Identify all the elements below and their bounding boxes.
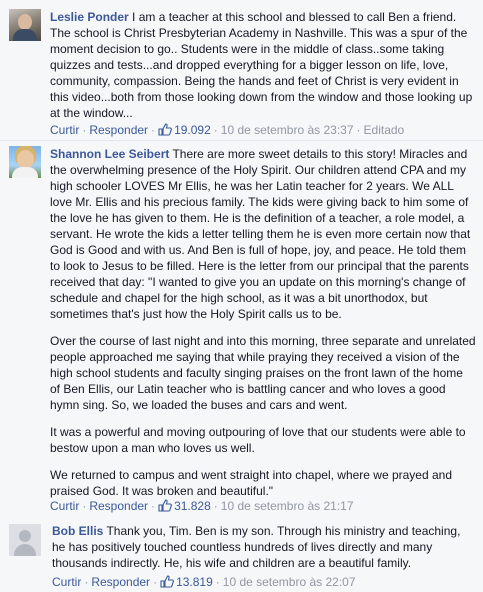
comment-body: Leslie Ponder I am a teacher at this sch… — [50, 9, 476, 121]
comment-body: Bob Ellis Thank you, Tim. Ben is my son.… — [52, 523, 476, 571]
like-count[interactable]: 31.828 — [158, 499, 211, 513]
timestamp[interactable]: 10 de setembro às 22:07 — [223, 575, 356, 589]
comment-actions: Curtir · Responder · 19.092 · 10 de setembro à… — [50, 123, 404, 138]
edited-label[interactable]: Editado — [364, 123, 405, 137]
separator: · — [153, 575, 158, 589]
separator: · — [213, 499, 218, 513]
comment-author[interactable]: Leslie Ponder — [50, 10, 129, 24]
comment-actions: Curtir · Responder · 31.828 · 10 de setembro à… — [50, 499, 354, 514]
like-count-value: 19.092 — [174, 123, 211, 137]
like-count[interactable]: 19.092 — [158, 123, 211, 137]
timestamp[interactable]: 10 de setembro às 23:37 — [221, 123, 354, 137]
separator: · — [82, 123, 87, 137]
separator: · — [356, 123, 361, 137]
like-link[interactable]: Curtir — [50, 499, 79, 513]
like-count-value: 31.828 — [174, 499, 211, 513]
avatar[interactable] — [9, 146, 41, 178]
comment-leslie-ponder: Leslie Ponder I am a teacher at this sch… — [0, 0, 483, 141]
comment-shannon-lee-seibert: Shannon Lee Seibert There are more sweet… — [0, 141, 483, 516]
separator: · — [84, 575, 89, 589]
reply-link[interactable]: Responder — [89, 123, 148, 137]
reply-link[interactable]: Responder — [91, 575, 150, 589]
avatar[interactable] — [9, 9, 41, 41]
thumbs-up-icon — [158, 499, 172, 512]
separator: · — [213, 123, 218, 137]
comment-paragraph: Shannon Lee Seibert There are more sweet… — [50, 146, 476, 322]
comment-author[interactable]: Bob Ellis — [52, 524, 103, 538]
comment-body: Shannon Lee Seibert There are more sweet… — [50, 146, 476, 499]
timestamp[interactable]: 10 de setembro às 21:17 — [221, 499, 354, 513]
comment-text: Thank you, Tim. Ben is my son. Through h… — [52, 524, 461, 570]
like-link[interactable]: Curtir — [52, 575, 81, 589]
like-count-value: 13.819 — [176, 575, 213, 589]
like-link[interactable]: Curtir — [50, 123, 79, 137]
separator: · — [82, 499, 87, 513]
comment-paragraph: It was a powerful and moving outpouring … — [50, 425, 466, 455]
comment-paragraph: We returned to campus and went straight … — [50, 468, 453, 498]
comment-paragraph: Over the course of last night and into t… — [50, 334, 476, 412]
separator: · — [151, 499, 156, 513]
avatar[interactable] — [9, 524, 41, 556]
separator: · — [151, 123, 156, 137]
reply-link[interactable]: Responder — [89, 499, 148, 513]
like-count[interactable]: 13.819 — [160, 575, 213, 589]
comment-bob-ellis: Bob Ellis Thank you, Tim. Ben is my son.… — [0, 516, 483, 592]
separator: · — [215, 575, 220, 589]
comment-author[interactable]: Shannon Lee Seibert — [50, 147, 169, 161]
comment-text: I am a teacher at this school and blesse… — [50, 10, 473, 120]
comment-actions: Curtir · Responder · 13.819 · 10 de setembro à… — [52, 575, 356, 590]
comment-bob-ellis-container: Bob Ellis Thank you, Tim. Ben is my son.… — [0, 516, 483, 592]
thumbs-up-icon — [160, 575, 174, 588]
comment-text: There are more sweet details to this sto… — [50, 147, 471, 321]
thumbs-up-icon — [158, 123, 172, 136]
